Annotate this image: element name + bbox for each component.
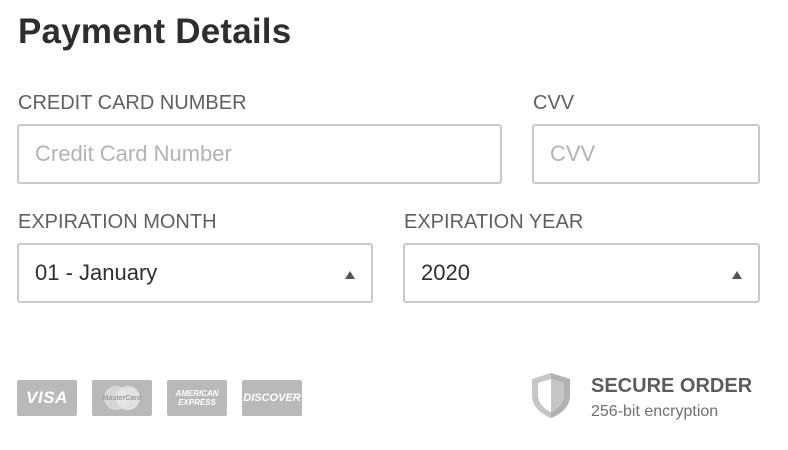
expiration-month-label: EXPIRATION MONTH — [18, 211, 217, 233]
expiration-year-value: 2020 — [421, 260, 470, 285]
card-number-field-box — [17, 124, 502, 184]
mastercard-logo-text: MasterCard — [102, 394, 142, 402]
card-number-label: CREDIT CARD NUMBER — [18, 92, 247, 114]
secure-order-title: SECURE ORDER — [591, 375, 753, 397]
american-express-icon: AMERICAN EXPRESS — [167, 380, 227, 416]
expiration-month-select[interactable]: 01 - January — [17, 243, 373, 303]
cvv-field-box — [532, 124, 760, 184]
mastercard-icon: MasterCard — [92, 380, 152, 416]
expiration-month-value: 01 - January — [35, 260, 158, 285]
expiration-year-label: EXPIRATION YEAR — [404, 211, 584, 233]
visa-logo-text: VISA — [26, 388, 68, 407]
caret-up-icon — [345, 271, 355, 279]
discover-logo-text: DISCOVER — [243, 392, 301, 404]
visa-icon: VISA — [17, 380, 77, 416]
secure-order-subtitle: 256-bit encryption — [591, 403, 719, 420]
amex-logo-text: AMERICAN EXPRESS — [175, 389, 219, 407]
caret-up-icon — [732, 271, 742, 279]
page-title: Payment Details — [18, 12, 292, 51]
card-number-input[interactable] — [19, 126, 500, 182]
expiration-year-select[interactable]: 2020 — [403, 243, 760, 303]
cvv-input[interactable] — [534, 126, 758, 182]
discover-icon: DISCOVER — [242, 380, 302, 416]
cvv-label: CVV — [533, 92, 575, 114]
shield-icon — [532, 373, 570, 418]
